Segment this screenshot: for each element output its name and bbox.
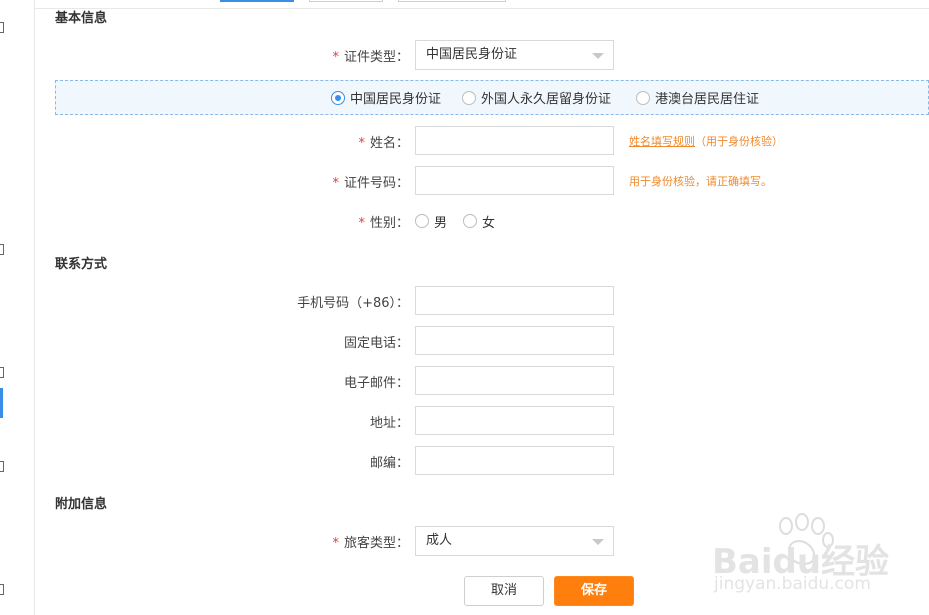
gender-option-male[interactable]: 男 (415, 211, 447, 231)
address-input[interactable] (415, 406, 614, 435)
id-number-input[interactable] (415, 166, 614, 195)
gender-label: * 性别： (358, 216, 409, 231)
radio-label: 中国居民身份证 (350, 92, 442, 107)
email-label: 电子邮件： (343, 376, 409, 391)
address-label: 地址： (369, 416, 409, 431)
top-tab[interactable] (309, 0, 383, 2)
required-mark: * (332, 50, 339, 65)
cancel-button[interactable]: 取消 (464, 576, 544, 606)
radio-checked-icon[interactable] (331, 90, 345, 105)
radio-option-cn-id[interactable]: 中国居民身份证 (331, 81, 441, 114)
gender-female-label: 女 (482, 215, 496, 231)
id-type-label: * 证件类型： (332, 50, 409, 65)
section-title-contact: 联系方式 (55, 257, 108, 272)
passenger-type-value: 成人 (426, 533, 453, 548)
sidebar (0, 0, 35, 615)
radio-icon[interactable] (415, 214, 429, 228)
section-title-extra: 附加信息 (55, 497, 108, 512)
name-input[interactable] (415, 126, 614, 155)
save-button[interactable]: 保存 (554, 576, 634, 606)
sidebar-item-marker[interactable] (0, 367, 4, 378)
id-number-hint: 用于身份核验，请正确填写。 (629, 175, 772, 188)
sidebar-item-marker[interactable] (0, 22, 4, 33)
top-tab[interactable] (398, 0, 506, 2)
top-tab-active[interactable] (220, 0, 294, 2)
sidebar-item-marker[interactable] (0, 584, 4, 595)
radio-icon[interactable] (463, 214, 477, 228)
phone-input[interactable] (415, 286, 614, 315)
passenger-type-label: * 旅客类型： (332, 536, 409, 551)
section-title-basic: 基本信息 (55, 11, 108, 26)
id-type-radio-group: 中国居民身份证 外国人永久居留身份证 港澳台居民居住证 (55, 80, 929, 115)
radio-label: 港澳台居民居住证 (655, 92, 760, 107)
name-hint: 姓名填写规则（用于身份核验） (629, 135, 783, 148)
sidebar-item-marker[interactable] (0, 461, 4, 472)
name-rules-link[interactable]: 姓名填写规则 (629, 135, 695, 148)
id-type-value: 中国居民身份证 (426, 47, 518, 62)
zip-input[interactable] (415, 446, 614, 475)
required-mark: * (358, 216, 365, 231)
gender-option-female[interactable]: 女 (463, 211, 495, 231)
radio-icon[interactable] (462, 90, 476, 105)
landline-label: 固定电话： (343, 336, 409, 351)
chevron-down-icon (592, 539, 604, 545)
email-input[interactable] (415, 366, 614, 395)
radio-label: 外国人永久居留身份证 (481, 92, 612, 107)
id-type-select[interactable]: 中国居民身份证 (415, 40, 614, 70)
sidebar-active-indicator (0, 388, 3, 418)
id-number-label: * 证件号码： (332, 176, 409, 191)
baidu-watermark: Baidu经验 jingyan.baidu.com (712, 512, 892, 602)
phone-label: 手机号码（+86）： (297, 296, 409, 311)
chevron-down-icon (592, 53, 604, 59)
required-mark: * (332, 176, 339, 191)
watermark-url: jingyan.baidu.com (714, 574, 871, 594)
passenger-type-select[interactable]: 成人 (415, 526, 614, 556)
name-label: * 姓名： (358, 136, 409, 151)
gender-male-label: 男 (434, 215, 448, 231)
zip-label: 邮编： (369, 456, 409, 471)
top-divider (35, 8, 929, 9)
radio-option-foreign-id[interactable]: 外国人永久居留身份证 (462, 81, 611, 114)
radio-icon[interactable] (636, 90, 650, 105)
radio-option-hkmt-id[interactable]: 港澳台居民居住证 (636, 81, 759, 114)
landline-input[interactable] (415, 326, 614, 355)
required-mark: * (358, 136, 365, 151)
sidebar-item-marker[interactable] (0, 244, 4, 255)
required-mark: * (332, 536, 339, 551)
